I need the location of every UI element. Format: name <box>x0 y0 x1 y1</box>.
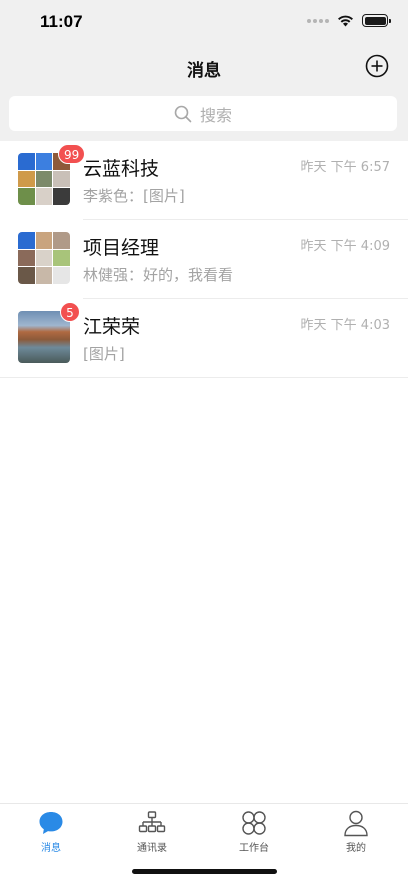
search-icon <box>174 105 192 122</box>
tab-label: 我的 <box>346 843 366 854</box>
status-indicators <box>307 14 391 27</box>
conversation-name: 江荣荣 <box>83 316 141 338</box>
plus-circle-icon[interactable] <box>365 54 389 78</box>
search-placeholder: 搜索 <box>199 105 232 125</box>
unread-badge: 99 <box>58 144 86 164</box>
chat-bubble-icon <box>39 812 63 834</box>
org-chart-icon <box>138 811 166 833</box>
conversation-preview: [图片] <box>83 345 125 363</box>
wifi-icon <box>338 15 353 27</box>
tab-contacts[interactable]: 通讯录 <box>112 809 192 854</box>
conversation-name: 项目经理 <box>83 237 160 259</box>
row-divider <box>0 377 408 378</box>
tab-messages[interactable]: 消息 <box>11 809 91 854</box>
conversation-preview: 李紫色：[图片] <box>83 187 185 205</box>
tab-label: 工作台 <box>239 843 269 854</box>
conversation-preview: 林健强：好的，我看看 <box>83 266 234 284</box>
conversation-row[interactable]: 项目经理 林健强：好的，我看看 昨天 下午 4:09 <box>0 220 408 299</box>
conversation-row[interactable]: 5 江荣荣 [图片] 昨天 下午 4:03 <box>0 299 408 378</box>
tab-label: 通讯录 <box>137 843 167 854</box>
conversation-name: 云蓝科技 <box>83 158 160 180</box>
status-bar: 11:07 <box>0 0 408 44</box>
unread-badge: 5 <box>60 302 80 322</box>
workspace-grid-icon <box>242 811 266 835</box>
cellular-signal-icon <box>307 18 329 23</box>
search-bar[interactable]: 搜索 <box>9 96 397 131</box>
battery-icon <box>362 14 391 27</box>
nav-bar: 消息 <box>0 44 408 90</box>
conversation-time: 昨天 下午 4:09 <box>300 239 390 254</box>
home-indicator <box>132 869 277 874</box>
status-time: 11:07 <box>40 12 83 31</box>
tab-workspace[interactable]: 工作台 <box>214 809 294 854</box>
conversation-time: 昨天 下午 6:57 <box>300 160 390 175</box>
conversation-row[interactable]: 99 云蓝科技 李紫色：[图片] 昨天 下午 6:57 <box>0 141 408 220</box>
conversation-list: 99 云蓝科技 李紫色：[图片] 昨天 下午 6:57 项目经理 林健强：好的，… <box>0 141 408 378</box>
page-title: 消息 <box>187 61 221 81</box>
messages-screen: 11:07 消息 搜索 99 云蓝科技 李紫色：[图片] 昨天 下午 6:57 … <box>0 0 408 883</box>
tab-label: 消息 <box>41 843 61 854</box>
group-avatar <box>18 232 70 284</box>
tab-me[interactable]: 我的 <box>316 809 396 854</box>
search-input[interactable]: 搜索 <box>9 96 397 131</box>
person-icon <box>344 810 368 837</box>
conversation-time: 昨天 下午 4:03 <box>300 318 390 333</box>
